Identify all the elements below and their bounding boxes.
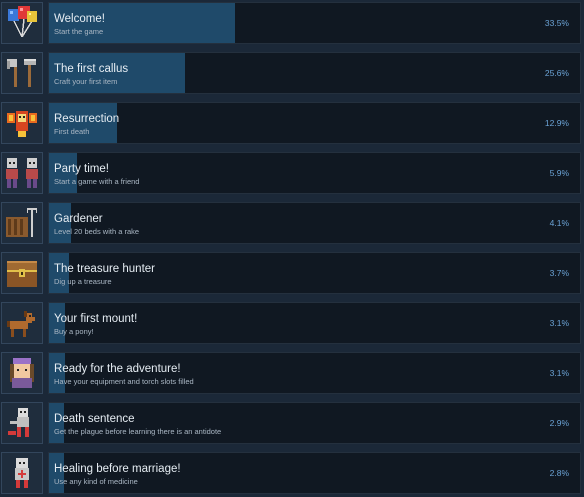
achievement-percent: 5.9% [549, 168, 569, 178]
achievement-description: Craft your first item [54, 77, 118, 86]
progress-panel: Your first mount! Buy a pony! 3.1% [48, 302, 581, 344]
achievement-row[interactable]: Your first mount! Buy a pony! 3.1% [0, 301, 584, 347]
achievement-percent: 12.9% [544, 118, 569, 128]
achievement-percent: 3.1% [549, 368, 569, 378]
achievement-row[interactable]: Party time! Start a game with a friend 5… [0, 151, 584, 197]
achievement-row[interactable]: Resurrection First death 12.9% [0, 101, 584, 147]
achievement-row[interactable]: Welcome! Start the game 33.5% [0, 1, 584, 47]
achievement-row[interactable]: Healing before marriage! Use any kind of… [0, 451, 584, 497]
achievement-title: The first callus [54, 63, 129, 75]
achievement-row[interactable]: The treasure hunter Dig up a treasure 3.… [0, 251, 584, 297]
achievement-percent: 33.5% [544, 18, 569, 28]
achievement-description: Start a game with a friend [54, 177, 140, 186]
achievement-percent: 2.9% [549, 418, 569, 428]
achievement-row[interactable]: Gardener Level 20 beds with a rake 4.1% [0, 201, 584, 247]
achievement-percent: 25.6% [544, 68, 569, 78]
achievement-description: Have your equipment and torch slots fill… [54, 377, 194, 386]
achievement-title: Your first mount! [54, 313, 138, 325]
achievement-row[interactable]: The first callus Craft your first item 2… [0, 51, 584, 97]
achievement-percent: 3.7% [549, 268, 569, 278]
achievement-description: First death [54, 127, 90, 136]
adventurer-icon [1, 352, 43, 394]
achievement-percent: 3.1% [549, 318, 569, 328]
achievement-percent: 2.8% [549, 468, 569, 478]
pony-icon [1, 302, 43, 344]
two-players-icon [1, 152, 43, 194]
balloons-icon [1, 2, 43, 44]
rake-and-bed-icon [1, 202, 43, 244]
achievement-title: Ready for the adventure! [54, 363, 181, 375]
achievement-description: Level 20 beds with a rake [54, 227, 140, 236]
achievement-description: Buy a pony! [54, 327, 94, 336]
achievement-description: Start the game [54, 27, 104, 36]
achievement-title: Party time! [54, 163, 109, 175]
progress-panel: Gardener Level 20 beds with a rake 4.1% [48, 202, 581, 244]
achievement-title: Healing before marriage! [54, 463, 181, 475]
progress-panel: Resurrection First death 12.9% [48, 102, 581, 144]
achievement-title: The treasure hunter [54, 263, 156, 275]
achievement-title: Gardener [54, 213, 103, 225]
progress-panel: The first callus Craft your first item 2… [48, 52, 581, 94]
phoenix-icon [1, 102, 43, 144]
achievement-title: Death sentence [54, 413, 135, 425]
achievement-row[interactable]: Death sentence Get the plague before lea… [0, 401, 584, 447]
achievement-title: Welcome! [54, 13, 105, 25]
achievement-description: Dig up a treasure [54, 277, 112, 286]
progress-panel: The treasure hunter Dig up a treasure 3.… [48, 252, 581, 294]
progress-panel: Party time! Start a game with a friend 5… [48, 152, 581, 194]
progress-panel: Welcome! Start the game 33.5% [48, 2, 581, 44]
achievement-percent: 4.1% [549, 218, 569, 228]
progress-panel: Death sentence Get the plague before lea… [48, 402, 581, 444]
progress-panel: Ready for the adventure! Have your equip… [48, 352, 581, 394]
axe-and-hammer-icon [1, 52, 43, 94]
treasure-chest-icon [1, 252, 43, 294]
achievement-title: Resurrection [54, 113, 120, 125]
achievement-description: Use any kind of medicine [54, 477, 138, 486]
achievement-description: Get the plague before learning there is … [54, 427, 222, 436]
achievements-page: { "achievements": [ {"title": "Welcome!"… [0, 0, 584, 494]
achievement-row[interactable]: Ready for the adventure! Have your equip… [0, 351, 584, 397]
plague-skeleton-icon [1, 402, 43, 444]
